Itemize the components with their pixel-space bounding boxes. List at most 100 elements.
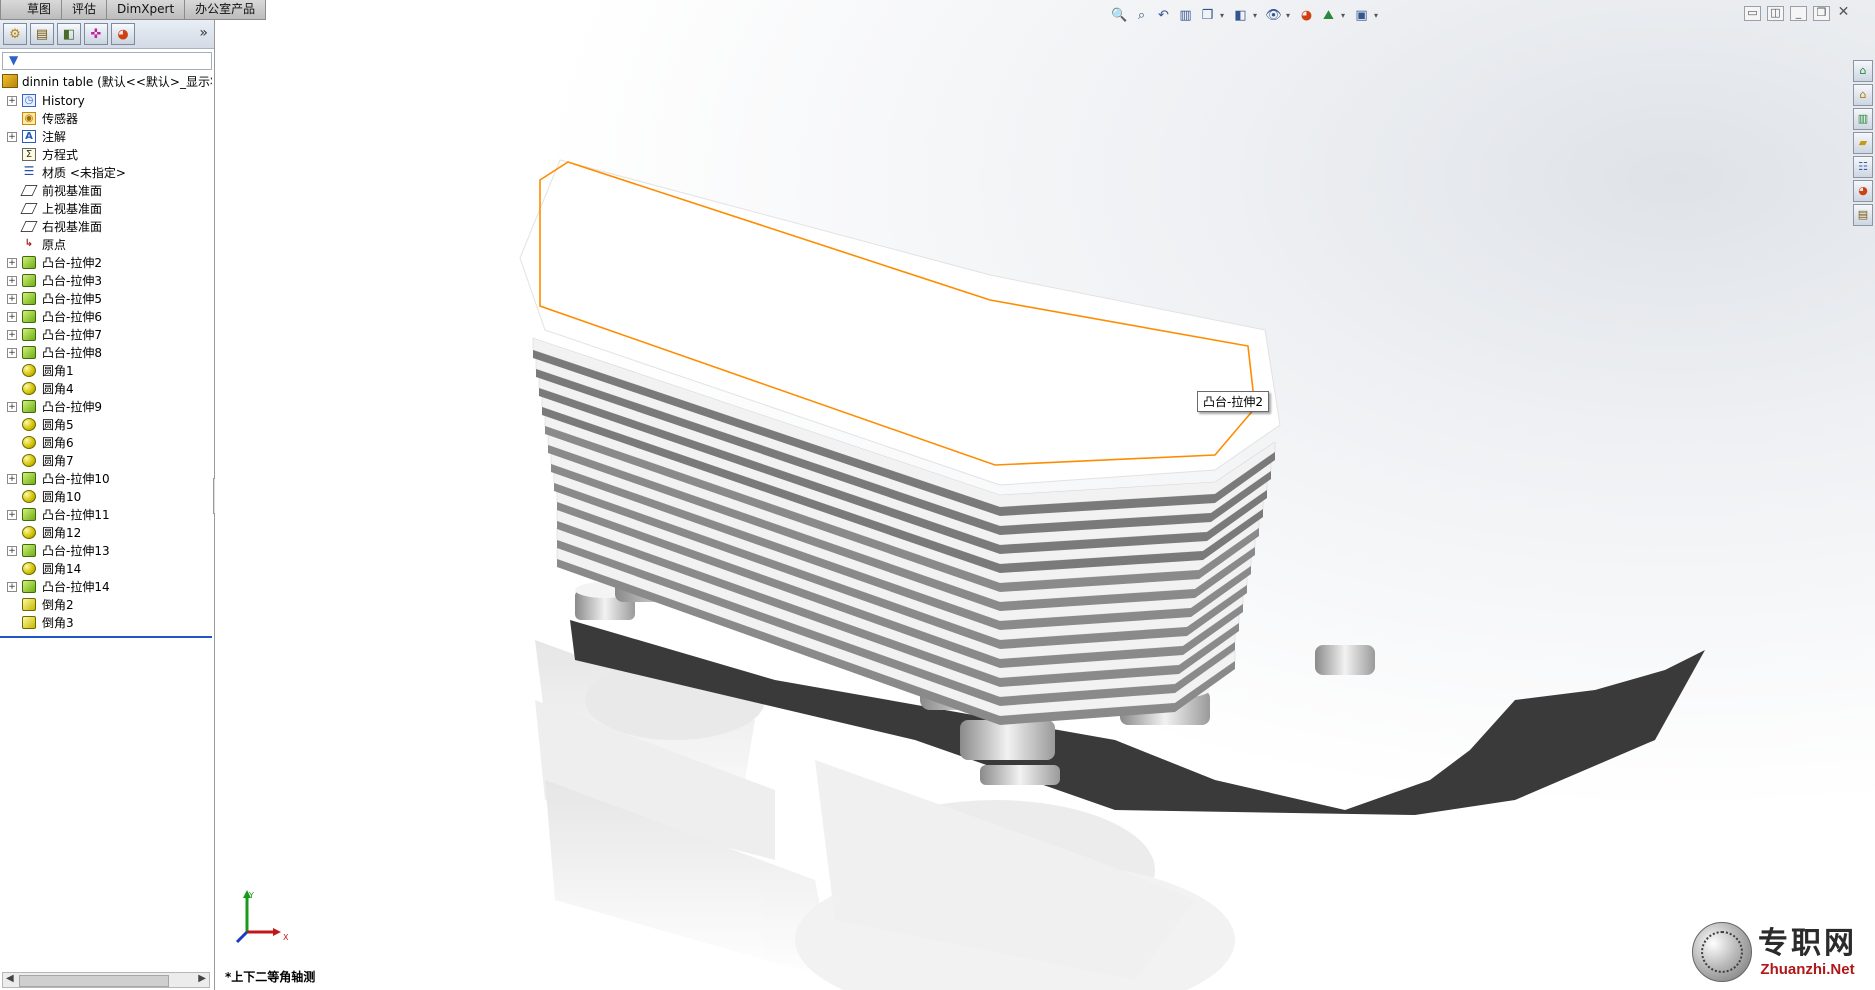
view-orientation-dropdown-icon[interactable]: ▾ — [1220, 11, 1228, 20]
tree-item[interactable]: + 凸台-拉伸7 — [0, 326, 214, 344]
view-palette-icon[interactable]: ☷ — [1853, 156, 1873, 178]
tree-item[interactable]: + ◷ History — [0, 92, 214, 110]
boss-extrude-icon — [22, 256, 36, 269]
restore-icon[interactable]: ❐ — [1813, 6, 1830, 21]
expand-icon[interactable]: + — [7, 132, 17, 142]
view-orientation-icon[interactable]: ❒ — [1198, 6, 1217, 24]
expand-icon[interactable]: + — [7, 330, 17, 340]
tree-item[interactable]: + 凸台-拉伸6 — [0, 308, 214, 326]
view-settings-dropdown-icon[interactable]: ▾ — [1374, 11, 1382, 20]
scroll-left-icon[interactable]: ◀ — [6, 973, 14, 984]
tree-item[interactable]: + 凸台-拉伸13 — [0, 542, 214, 560]
tree-item[interactable]: 前视基准面 — [0, 182, 214, 200]
command-tab[interactable]: 办公室产品 — [184, 0, 267, 20]
tree-item[interactable]: + 凸台-拉伸10 — [0, 470, 214, 488]
expand-icon[interactable]: + — [7, 312, 17, 322]
display-manager-icon[interactable]: ◕ — [111, 23, 135, 45]
tree-item[interactable]: 圆角1 — [0, 362, 214, 380]
solidworks-resources-icon[interactable]: ⌂ — [1853, 60, 1873, 82]
expand-icon[interactable]: + — [7, 402, 17, 412]
tree-item-label: 圆角12 — [42, 526, 82, 540]
tree-item[interactable]: + 凸台-拉伸14 — [0, 578, 214, 596]
origin-icon: ↳ — [24, 238, 34, 249]
view-settings-icon[interactable]: ▣ — [1352, 6, 1371, 24]
tree-item[interactable]: 倒角3 — [0, 614, 214, 632]
tree-item[interactable]: + A 注解 — [0, 128, 214, 146]
tree-item[interactable]: 圆角5 — [0, 416, 214, 434]
tree-item[interactable]: + 凸台-拉伸11 — [0, 506, 214, 524]
material-icon: ☰ — [23, 164, 35, 178]
tree-item[interactable]: Σ 方程式 — [0, 146, 214, 164]
tree-item[interactable]: 圆角12 — [0, 524, 214, 542]
appearances-icon[interactable]: ◕ — [1853, 180, 1873, 202]
tree-item-label: 圆角5 — [42, 418, 74, 432]
feature-manager-icon[interactable]: ⚙ — [3, 23, 27, 45]
tree-item[interactable]: ↳ 原点 — [0, 236, 214, 254]
tree-item[interactable]: + 凸台-拉伸3 — [0, 272, 214, 290]
tree-item[interactable]: 圆角4 — [0, 380, 214, 398]
dimxpert-manager-icon[interactable]: ✜ — [84, 23, 108, 45]
expand-icon[interactable]: + — [7, 546, 17, 556]
display-style-icon[interactable]: ◧ — [1231, 6, 1250, 24]
tree-item[interactable]: 圆角10 — [0, 488, 214, 506]
zoom-to-area-icon[interactable]: ⌕ — [1132, 6, 1151, 24]
tree-item[interactable]: + 凸台-拉伸5 — [0, 290, 214, 308]
tree-item[interactable]: 右视基准面 — [0, 218, 214, 236]
tree-item[interactable]: 倒角2 — [0, 596, 214, 614]
tree-root-part[interactable]: dinnin table (默认<<默认>_显示状态 1>) — [2, 73, 212, 91]
command-tab[interactable]: 草图 — [0, 0, 63, 20]
tree-item[interactable]: ◉ 传感器 — [0, 110, 214, 128]
tree-item-label: 凸台-拉伸7 — [42, 328, 102, 342]
plane-icon — [20, 220, 38, 233]
command-tab[interactable]: DimXpert — [106, 0, 186, 20]
minimize-icon[interactable]: _ — [1790, 6, 1807, 21]
chamfer-icon — [22, 616, 36, 629]
zoom-to-fit-icon[interactable]: 🔍 — [1110, 6, 1129, 24]
rollback-bar[interactable] — [0, 636, 212, 638]
tree-item[interactable]: 圆角14 — [0, 560, 214, 578]
display-style-dropdown-icon[interactable]: ▾ — [1253, 11, 1261, 20]
tree-item[interactable]: + 凸台-拉伸2 — [0, 254, 214, 272]
tree-item-label: 倒角2 — [42, 598, 74, 612]
tree-item[interactable]: 圆角7 — [0, 452, 214, 470]
command-tab[interactable]: 评估 — [61, 0, 108, 20]
expand-icon[interactable]: + — [7, 96, 17, 106]
expand-icon[interactable]: + — [7, 510, 17, 520]
tree-item[interactable]: + 凸台-拉伸9 — [0, 398, 214, 416]
open-folder-icon[interactable]: ▰ — [1853, 132, 1873, 154]
design-library-icon[interactable]: ⌂ — [1853, 84, 1873, 106]
expand-icon[interactable]: + — [7, 294, 17, 304]
model-view[interactable] — [215, 0, 1875, 990]
custom-properties-icon[interactable]: ▤ — [1853, 204, 1873, 226]
scroll-right-icon[interactable]: ▶ — [198, 973, 206, 984]
hide-show-dropdown-icon[interactable]: ▾ — [1286, 11, 1294, 20]
tree-item-label: 原点 — [42, 238, 67, 252]
apply-scene-dropdown-icon[interactable]: ▾ — [1341, 11, 1349, 20]
file-explorer-icon[interactable]: ▥ — [1853, 108, 1873, 130]
property-manager-icon[interactable]: ▤ — [30, 23, 54, 45]
expand-icon[interactable]: + — [7, 474, 17, 484]
chevron-right-icon[interactable]: » — [199, 25, 208, 41]
tree-item[interactable]: + 凸台-拉伸8 — [0, 344, 214, 362]
expand-icon[interactable]: + — [7, 258, 17, 268]
configuration-manager-icon[interactable]: ◧ — [57, 23, 81, 45]
tree-item[interactable]: 上视基准面 — [0, 200, 214, 218]
tree-item[interactable]: 圆角6 — [0, 434, 214, 452]
feature-filter-field[interactable]: ▼ — [2, 52, 212, 70]
expand-icon[interactable]: + — [7, 348, 17, 358]
scroll-thumb[interactable] — [19, 975, 169, 987]
hide-show-items-icon[interactable]: 👁 — [1264, 6, 1283, 24]
graphics-area[interactable]: 凸台-拉伸2 🔍 ⌕ ↶ ▥ ❒ ▾ ◧ ▾ 👁 ▾ ◕ ⛰ ▾ ▣ ▾ ▭ ◫… — [215, 0, 1875, 990]
expand-icon[interactable]: + — [7, 582, 17, 592]
edit-appearance-icon[interactable]: ◕ — [1297, 6, 1316, 24]
section-view-icon[interactable]: ▥ — [1176, 6, 1195, 24]
svg-text:Y: Y — [248, 891, 254, 900]
apply-scene-icon[interactable]: ⛰ — [1319, 6, 1338, 24]
close-icon[interactable]: ✕ — [1836, 5, 1851, 19]
expand-icon[interactable]: + — [7, 276, 17, 286]
tree-item[interactable]: ☰ 材质 <未指定> — [0, 164, 214, 182]
previous-view-icon[interactable]: ↶ — [1154, 6, 1173, 24]
horizontal-scrollbar[interactable]: ◀ ▶ — [2, 972, 210, 988]
tile-vertical-icon[interactable]: ◫ — [1767, 6, 1784, 21]
tile-horizontal-icon[interactable]: ▭ — [1744, 6, 1761, 21]
